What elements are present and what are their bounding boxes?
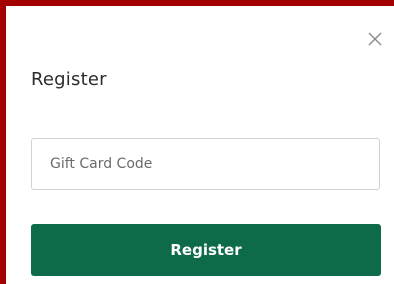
- close-button[interactable]: [362, 26, 388, 52]
- dialog-title: Register: [31, 69, 107, 90]
- register-button[interactable]: Register: [31, 224, 381, 276]
- gift-card-code-input[interactable]: [31, 138, 380, 190]
- close-icon: [368, 32, 382, 46]
- register-dialog: Register Register: [0, 0, 394, 284]
